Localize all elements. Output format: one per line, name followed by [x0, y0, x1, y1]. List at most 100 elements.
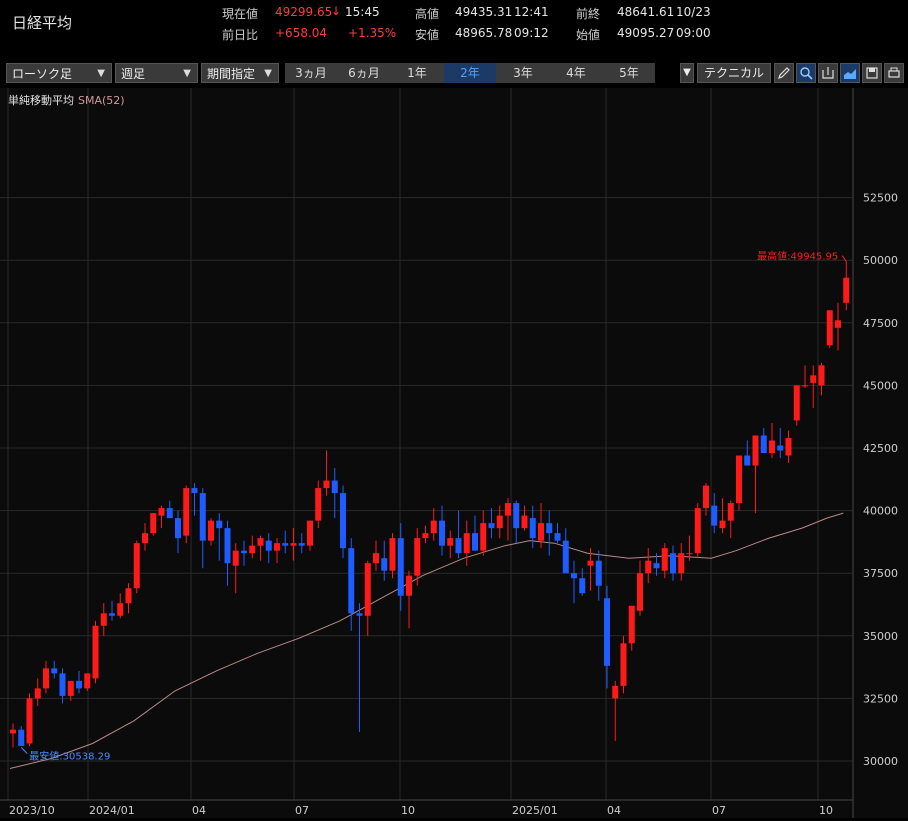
x-tick-label: 07 [712, 804, 726, 817]
candle-body [496, 515, 503, 529]
candle-body [84, 673, 91, 689]
candle-body [100, 613, 107, 626]
tab-4y[interactable]: 4年 [550, 63, 602, 83]
chart-style-button[interactable] [840, 63, 860, 83]
tab-6m[interactable]: 6ヵ月 [338, 63, 390, 83]
candle-body [480, 523, 487, 551]
y-tick-label: 42500 [863, 442, 898, 455]
candle-body [406, 575, 412, 596]
candle-body [686, 553, 693, 555]
chevron-down-icon: ▼ [683, 67, 691, 78]
open-value: 49095.27 [617, 26, 675, 40]
candle-body [612, 685, 619, 699]
candlestick-chart[interactable]: 30000 32500 35000 37500 40000 42500 45000 47500… [0, 88, 908, 818]
candle-body [546, 523, 553, 534]
candle-body [109, 613, 115, 616]
candle-body [562, 540, 569, 574]
candle-body [620, 643, 627, 686]
candle-body [232, 550, 239, 566]
chart-canvas[interactable]: 30000 32500 35000 37500 40000 42500 45000 47500… [0, 88, 908, 818]
quote-header: 日経平均 現在値 49299.65 ↓ 15:45 前日比 +658.04 +1… [0, 0, 908, 60]
candle-body [727, 503, 734, 521]
chart-area-icon [844, 69, 856, 79]
export-button[interactable] [818, 63, 838, 83]
low-annotation: 最安値:30538.29 [29, 750, 110, 763]
y-tick-label: 50000 [863, 254, 898, 267]
y-tick-label: 35000 [863, 630, 898, 643]
candle-body [595, 560, 602, 586]
current-time: 15:45 [345, 5, 380, 19]
candle-body [290, 543, 297, 546]
down-arrow-icon: ↓ [331, 4, 342, 18]
candle-body [703, 485, 709, 509]
candle-body [744, 455, 751, 466]
indicator-name: 単純移動平均 [8, 94, 74, 107]
chart-type-select[interactable]: ローソク足 ▼ [6, 63, 112, 83]
candle-body [224, 528, 231, 564]
candle-body [249, 545, 256, 554]
candle-body [521, 515, 528, 529]
candle-body [142, 533, 148, 544]
export-icon [822, 67, 834, 79]
candle-body [34, 688, 41, 699]
high-annotation: 最高値:49945.95 [757, 250, 838, 263]
candle-body [802, 385, 808, 387]
candle-body [463, 533, 470, 554]
x-tick-label: 2025/01 [512, 804, 558, 817]
tab-2y[interactable]: 2年 [444, 63, 496, 83]
candle-body [241, 550, 247, 554]
candle-body [488, 523, 495, 529]
save-button[interactable] [862, 63, 882, 83]
candle-body [175, 518, 181, 539]
change-percent: +1.35% [348, 26, 397, 40]
technical-button[interactable]: テクニカル [697, 63, 771, 83]
period-type-select[interactable]: 週足 ▼ [115, 63, 198, 83]
candle-body [298, 543, 305, 546]
pencil-icon [778, 67, 790, 79]
candle-body [414, 538, 421, 576]
candle-body [191, 488, 198, 494]
y-tick-label: 52500 [863, 192, 898, 205]
pencil-button[interactable] [774, 63, 794, 83]
candle-body [760, 435, 767, 454]
candle-body [661, 548, 668, 571]
chevron-down-icon: ▼ [264, 68, 272, 79]
tab-5y[interactable]: 5年 [603, 63, 655, 83]
candle-body [785, 437, 792, 456]
candle-body [653, 563, 660, 569]
candle-body [422, 533, 429, 539]
candle-body [472, 533, 478, 551]
x-tick-label: 04 [607, 804, 621, 817]
candle-body [826, 310, 833, 346]
zoom-button[interactable] [796, 63, 816, 83]
candle-body [331, 480, 338, 494]
x-tick-label: 04 [192, 804, 206, 817]
candle-body [389, 538, 396, 571]
y-tick-label: 47500 [863, 317, 898, 330]
candle-body [43, 668, 49, 689]
candle-body [711, 505, 718, 526]
x-tick-label: 2023/10 [9, 804, 55, 817]
candle-body [282, 543, 289, 546]
candle-body [373, 553, 379, 564]
candle-body [348, 548, 355, 614]
tab-1y[interactable]: 1年 [391, 63, 443, 83]
x-tick-label: 07 [295, 804, 309, 817]
candle-body [439, 520, 445, 546]
x-tick-label: 2024/01 [89, 804, 135, 817]
tab-3m[interactable]: 3ヵ月 [285, 63, 337, 83]
candle-body [257, 538, 264, 546]
candle-body [133, 543, 140, 589]
open-label: 始値 [576, 28, 601, 42]
candle-body [736, 455, 742, 504]
range-mode-select[interactable]: 期間指定 ▼ [201, 63, 279, 83]
candle-body [843, 277, 850, 303]
candle-body [76, 680, 82, 689]
candle-body [340, 493, 346, 549]
tab-3y[interactable]: 3年 [497, 63, 549, 83]
candle-body [216, 520, 223, 529]
candle-body [554, 533, 561, 541]
y-tick-label: 32500 [863, 692, 898, 705]
print-button[interactable] [884, 63, 904, 83]
technical-dropdown-arrow[interactable]: ▼ [680, 63, 694, 83]
